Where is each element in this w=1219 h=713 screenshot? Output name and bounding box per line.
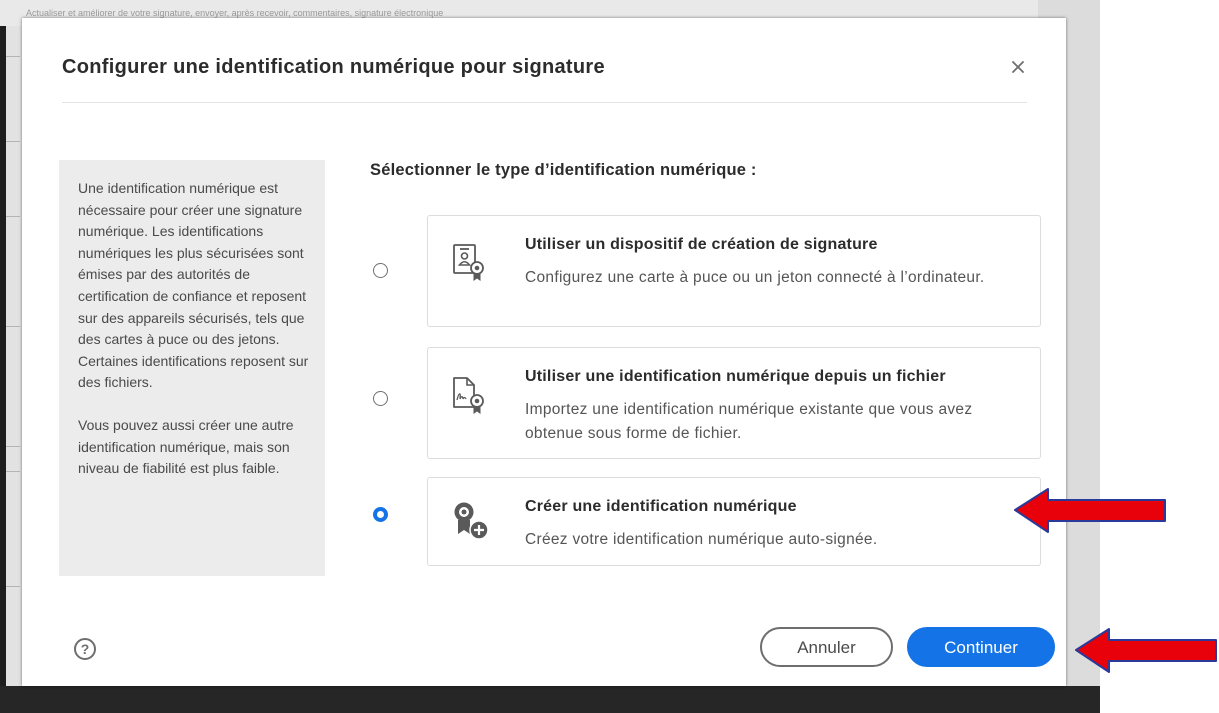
digital-id-dialog: Configurer une identification numérique … xyxy=(22,18,1066,686)
background-toolbar-text: Actualiser et améliorer de votre signatu… xyxy=(26,8,444,18)
option-title: Utiliser un dispositif de création de si… xyxy=(525,236,878,253)
option-description: Créez votre identification numérique aut… xyxy=(525,531,878,548)
info-panel: Une identification numérique est nécessa… xyxy=(59,160,325,576)
option-description: Configurez une carte à puce ou un jeton … xyxy=(525,269,985,286)
option-title: Créer une identification numérique xyxy=(525,498,797,515)
option-create-id[interactable]: Créer une identification numérique Créez… xyxy=(427,477,1041,566)
id-badge-certificate-icon xyxy=(452,241,486,283)
cancel-button[interactable]: Annuler xyxy=(760,627,893,667)
signed-file-certificate-icon xyxy=(452,375,486,417)
close-icon[interactable] xyxy=(1008,57,1028,77)
option-signature-device[interactable]: Utiliser un dispositif de création de si… xyxy=(427,215,1041,327)
info-text-secondary: Vous pouvez aussi créer une autre identi… xyxy=(78,416,294,477)
radio-file-id[interactable] xyxy=(373,391,388,406)
help-icon[interactable]: ? xyxy=(74,638,96,660)
radio-create-id[interactable] xyxy=(373,507,388,522)
certificate-add-icon xyxy=(451,500,491,544)
title-divider xyxy=(62,102,1027,103)
info-text: Une identification numérique est nécessa… xyxy=(78,180,309,391)
option-title: Utiliser une identification numérique de… xyxy=(525,368,946,385)
dialog-title: Configurer une identification numérique … xyxy=(62,56,605,78)
radio-signature-device[interactable] xyxy=(373,263,388,278)
option-file-id[interactable]: Utiliser une identification numérique de… xyxy=(427,347,1041,459)
annotation-arrow-left-icon xyxy=(1014,488,1166,533)
options-heading: Sélectionner le type d’identification nu… xyxy=(370,161,757,179)
background-left-bar xyxy=(0,26,6,686)
background-bottom-bar xyxy=(0,686,1100,713)
continue-button[interactable]: Continuer xyxy=(907,627,1055,667)
option-description: Importez une identification numérique ex… xyxy=(525,401,973,442)
annotation-arrow-left-icon xyxy=(1075,628,1217,673)
